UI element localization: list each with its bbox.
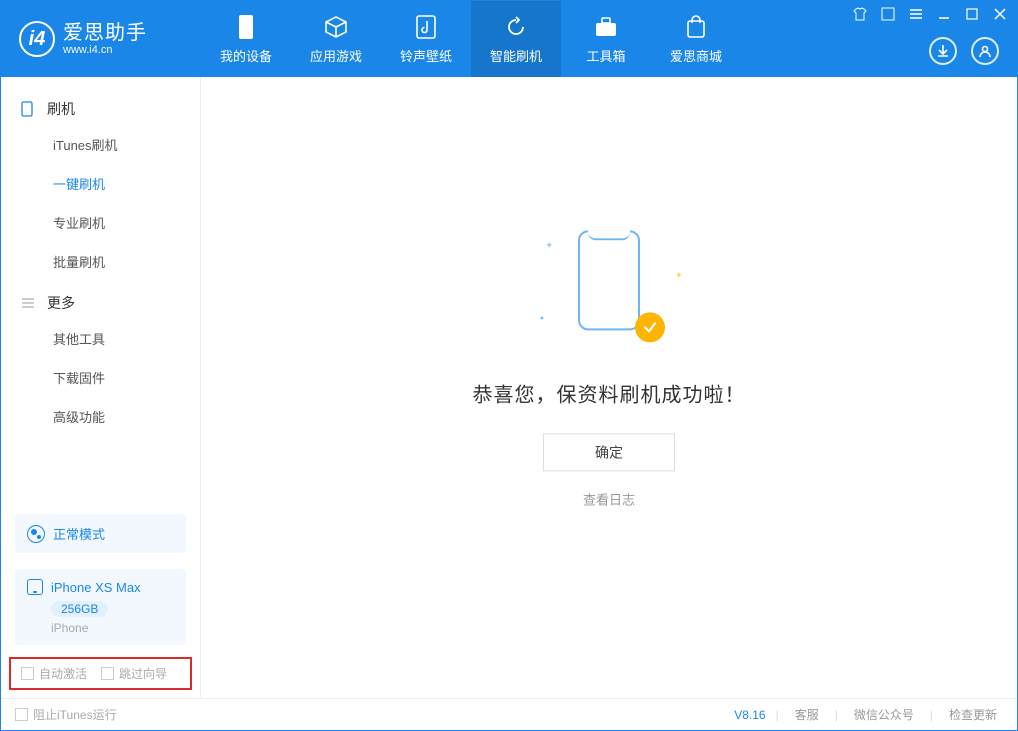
sidebar: 刷机 iTunes刷机 一键刷机 专业刷机 批量刷机 更多 其他工具 下载固件 …: [1, 77, 201, 698]
window-controls: [853, 7, 1007, 21]
sparkle-icon: ✦: [545, 240, 553, 251]
nav-label: 应用游戏: [310, 46, 362, 65]
mode-box[interactable]: 正常模式: [15, 514, 186, 553]
device-outline-icon: [27, 579, 43, 595]
maximize-icon[interactable]: [965, 7, 979, 21]
nav-label: 智能刷机: [490, 46, 542, 65]
nav-tab-device[interactable]: 我的设备: [201, 1, 291, 77]
tshirt-icon[interactable]: [853, 7, 867, 21]
nav-label: 爱思商城: [670, 46, 722, 65]
view-log-link[interactable]: 查看日志: [583, 489, 635, 508]
sparkle-icon: ✦: [675, 270, 683, 281]
main-content: ✦ ✦ ✦ 恭喜您，保资料刷机成功啦！ 确定 查看日志: [201, 77, 1017, 698]
device-type: iPhone: [51, 621, 174, 635]
nav-tab-shop[interactable]: 爱思商城: [651, 1, 741, 77]
group-label: 更多: [47, 293, 75, 313]
device-icon: [233, 14, 259, 40]
checkbox-icon: [21, 667, 34, 680]
device-storage-badge: 256GB: [51, 601, 108, 617]
app-window: i4 爱思助手 www.i4.cn 我的设备 应用游戏 铃声壁纸 智能刷机: [0, 0, 1018, 731]
header: i4 爱思助手 www.i4.cn 我的设备 应用游戏 铃声壁纸 智能刷机: [1, 1, 1017, 77]
minimize-icon[interactable]: [937, 7, 951, 21]
success-panel: ✦ ✦ ✦ 恭喜您，保资料刷机成功啦！ 确定 查看日志: [419, 220, 799, 509]
nav-tab-apps[interactable]: 应用游戏: [291, 1, 381, 77]
footer-link-wechat[interactable]: 微信公众号: [848, 706, 920, 723]
phone-illustration: ✦ ✦ ✦: [559, 230, 659, 350]
checkbox-label: 自动激活: [39, 665, 87, 682]
refresh-icon: [503, 14, 529, 40]
success-message: 恭喜您，保资料刷机成功啦！: [419, 378, 799, 407]
user-button[interactable]: [971, 37, 999, 65]
sidebar-item-batch-flash[interactable]: 批量刷机: [1, 242, 200, 281]
checkbox-row-highlighted: 自动激活 跳过向导: [9, 657, 192, 690]
group-label: 刷机: [47, 99, 75, 119]
nav-label: 我的设备: [220, 46, 272, 65]
mode-label: 正常模式: [53, 524, 105, 543]
shop-icon: [683, 14, 709, 40]
sidebar-item-oneclick-flash[interactable]: 一键刷机: [1, 164, 200, 203]
mode-icon: [27, 525, 45, 543]
skip-wizard-checkbox[interactable]: 跳过向导: [101, 665, 167, 682]
sidebar-group-flash: 刷机: [1, 87, 200, 125]
nav-label: 铃声壁纸: [400, 46, 452, 65]
phone-outline-icon: [21, 101, 37, 117]
sidebar-item-itunes-flash[interactable]: iTunes刷机: [1, 125, 200, 164]
nav-tab-ringtone[interactable]: 铃声壁纸: [381, 1, 471, 77]
logo-area: i4 爱思助手 www.i4.cn: [1, 21, 201, 57]
block-itunes-checkbox[interactable]: 阻止iTunes运行: [15, 706, 117, 723]
sparkle-icon: ✦: [539, 314, 545, 322]
footer-link-support[interactable]: 客服: [789, 706, 825, 723]
checkbox-label: 阻止iTunes运行: [33, 706, 117, 723]
menu-icon[interactable]: [909, 7, 923, 21]
footer-link-update[interactable]: 检查更新: [943, 706, 1003, 723]
checkbox-icon: [15, 708, 28, 721]
checkbox-label: 跳过向导: [119, 665, 167, 682]
music-icon: [413, 14, 439, 40]
toolbox-icon: [593, 14, 619, 40]
version-label: V8.16: [734, 708, 765, 722]
nav-tab-flash[interactable]: 智能刷机: [471, 1, 561, 77]
check-badge-icon: [635, 312, 665, 342]
logo-icon: i4: [19, 21, 55, 57]
sidebar-group-more: 更多: [1, 281, 200, 319]
nav-tabs: 我的设备 应用游戏 铃声壁纸 智能刷机 工具箱 爱思商城: [201, 1, 741, 77]
skin-icon[interactable]: [881, 7, 895, 21]
device-name: iPhone XS Max: [51, 580, 141, 595]
app-title: 爱思助手: [63, 22, 147, 44]
nav-label: 工具箱: [586, 46, 625, 65]
sidebar-item-pro-flash[interactable]: 专业刷机: [1, 203, 200, 242]
phone-icon: [578, 230, 640, 330]
sidebar-item-download-firmware[interactable]: 下载固件: [1, 358, 200, 397]
download-button[interactable]: [929, 37, 957, 65]
body: 刷机 iTunes刷机 一键刷机 专业刷机 批量刷机 更多 其他工具 下载固件 …: [1, 77, 1017, 698]
app-subtitle: www.i4.cn: [63, 44, 147, 56]
header-right-buttons: [929, 37, 999, 65]
sidebar-item-advanced[interactable]: 高级功能: [1, 397, 200, 436]
checkbox-icon: [101, 667, 114, 680]
close-icon[interactable]: [993, 7, 1007, 21]
device-box[interactable]: iPhone XS Max 256GB iPhone: [15, 569, 186, 645]
sidebar-item-other-tools[interactable]: 其他工具: [1, 319, 200, 358]
footer: 阻止iTunes运行 V8.16 | 客服 | 微信公众号 | 检查更新: [1, 698, 1017, 730]
ok-button[interactable]: 确定: [543, 433, 675, 471]
cube-icon: [323, 14, 349, 40]
auto-activate-checkbox[interactable]: 自动激活: [21, 665, 87, 682]
hamburger-icon: [21, 297, 37, 309]
nav-tab-toolbox[interactable]: 工具箱: [561, 1, 651, 77]
